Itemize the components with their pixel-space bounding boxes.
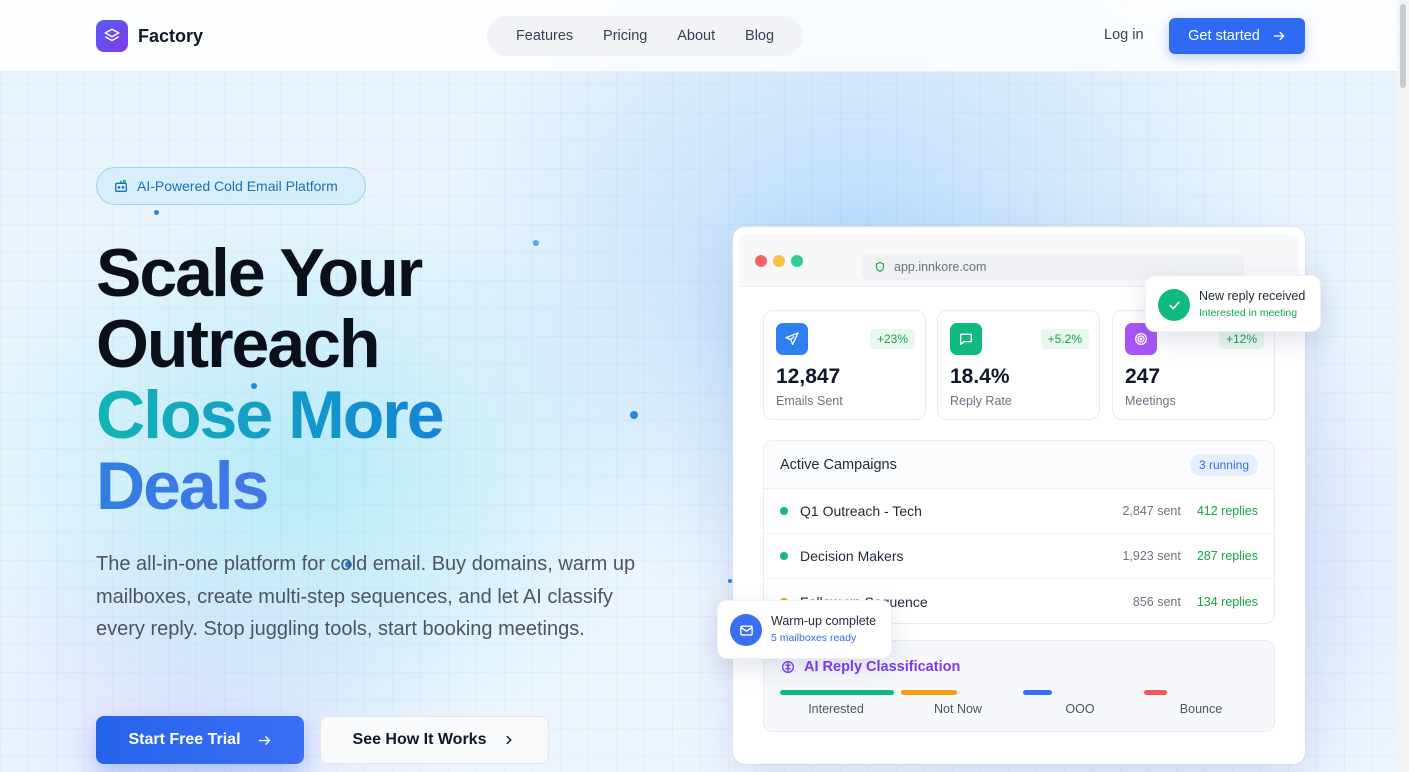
campaign-row[interactable]: Q1 Outreach - Tech 2,847 sent 412 replie… [764, 489, 1274, 534]
not-now-label: Not Now [934, 702, 982, 716]
ai-classification-title: AI Reply Classification [804, 659, 961, 675]
ai-classification-header: AI Reply Classification [780, 659, 960, 675]
arrow-right-icon [1273, 31, 1285, 41]
not-now-bar [901, 690, 957, 695]
stat-change: +5.2% [1040, 329, 1089, 349]
send-icon [776, 323, 808, 355]
stat-change: +12% [1218, 329, 1264, 349]
campaign-replies: 134 replies [1196, 594, 1258, 609]
nav-link-features[interactable]: Features [516, 28, 573, 44]
chevron-right-icon [507, 735, 513, 745]
stat-label: Emails Sent [776, 394, 843, 408]
status-dot [780, 507, 788, 515]
nav-link-about[interactable]: About [677, 28, 715, 44]
hero-badge: AI-Powered Cold Email Platform [96, 167, 366, 205]
maximize-window-dot [791, 255, 803, 267]
brand-name: Factory [138, 25, 204, 46]
see-how-it-works-button[interactable]: See How It Works [320, 716, 549, 764]
check-icon [1158, 289, 1190, 321]
see-how-it-works-label: See How It Works [352, 731, 487, 748]
minimize-window-dot [773, 255, 785, 267]
hero-headline: Scale Your Outreach Close More Deals [96, 235, 445, 522]
decor-dot [630, 411, 638, 419]
headline-line-4: Deals [96, 451, 443, 522]
decor-dot [533, 240, 539, 246]
stat-value: 247 [1125, 365, 1161, 388]
start-free-trial-label: Start Free Trial [128, 731, 241, 748]
arrow-right-icon [258, 735, 270, 745]
stat-change: +23% [869, 329, 915, 349]
toast-title: Warm-up complete [771, 614, 877, 628]
headline-line-3: Close More [96, 377, 445, 453]
campaign-replies: 412 replies [1196, 504, 1258, 518]
headline-line-2: Outreach [96, 306, 381, 382]
shield-icon [875, 261, 885, 273]
decor-dot [728, 579, 732, 583]
nav-link-pricing[interactable]: Pricing [603, 28, 647, 44]
close-window-dot [755, 255, 767, 267]
stat-label: Reply Rate [950, 394, 1012, 408]
hero-subtext: The all-in-one platform for cold email. … [96, 553, 636, 640]
get-started-button[interactable]: Get started [1169, 18, 1305, 54]
campaign-sent: 1,923 sent [1122, 549, 1181, 563]
new-reply-toast: New reply received Interested in meeting [1145, 275, 1321, 332]
ooo-label: OOO [1065, 702, 1095, 716]
warmup-complete-toast: Warm-up complete 5 mailboxes ready [717, 600, 892, 659]
interested-bar [780, 690, 894, 695]
get-started-label: Get started [1188, 28, 1260, 44]
chat-icon [950, 323, 982, 355]
page-scrollbar[interactable] [1397, 0, 1409, 772]
toast-title: New reply received [1199, 289, 1306, 303]
url-text: app.innkore.com [894, 260, 987, 274]
top-navbar: Factory Features Pricing About Blog Log … [0, 0, 1397, 72]
toast-subtitle: Interested in meeting [1199, 307, 1298, 319]
stat-value: 12,847 [776, 365, 841, 388]
campaign-row[interactable]: Decision Makers 1,923 sent 287 replies [764, 534, 1274, 579]
campaign-name: Decision Makers [800, 548, 904, 564]
status-dot [780, 552, 788, 560]
interested-label: Interested [808, 702, 864, 716]
ooo-bar [1023, 690, 1052, 695]
campaigns-header: Active Campaigns 3 running [764, 441, 1274, 489]
stat-label: Meetings [1125, 394, 1176, 408]
nav-link-blog[interactable]: Blog [745, 28, 774, 44]
campaign-name: Q1 Outreach - Tech [800, 503, 922, 519]
start-free-trial-button[interactable]: Start Free Trial [96, 716, 304, 764]
brand-logo[interactable]: Factory [96, 20, 203, 52]
decor-dot [154, 210, 159, 215]
bounce-bar [1144, 690, 1167, 695]
campaign-sent: 856 sent [1132, 594, 1181, 609]
mail-icon [730, 614, 762, 646]
headline-line-1: Scale Your [96, 235, 423, 311]
nav-menu: Features Pricing About Blog [487, 16, 803, 56]
bounce-label: Bounce [1179, 702, 1223, 716]
stat-card-emails-sent: +23% 12,847 Emails Sent [763, 310, 926, 420]
brain-icon [782, 661, 794, 673]
toast-subtitle: 5 mailboxes ready [771, 632, 857, 644]
campaign-sent: 2,847 sent [1122, 504, 1181, 518]
hero-badge-text: AI-Powered Cold Email Platform [137, 178, 338, 194]
stat-value: 18.4% [950, 365, 1010, 388]
active-campaigns-panel: Active Campaigns 3 running Q1 Outreach -… [763, 440, 1275, 624]
scrollbar-thumb[interactable] [1400, 4, 1406, 88]
robot-icon [115, 179, 127, 192]
layers-icon [96, 20, 128, 52]
campaign-replies: 287 replies [1196, 549, 1258, 563]
login-link[interactable]: Log in [1104, 27, 1144, 43]
campaigns-title: Active Campaigns [780, 456, 897, 473]
stat-card-reply-rate: +5.2% 18.4% Reply Rate [937, 310, 1100, 420]
running-count-badge: 3 running [1189, 453, 1258, 476]
